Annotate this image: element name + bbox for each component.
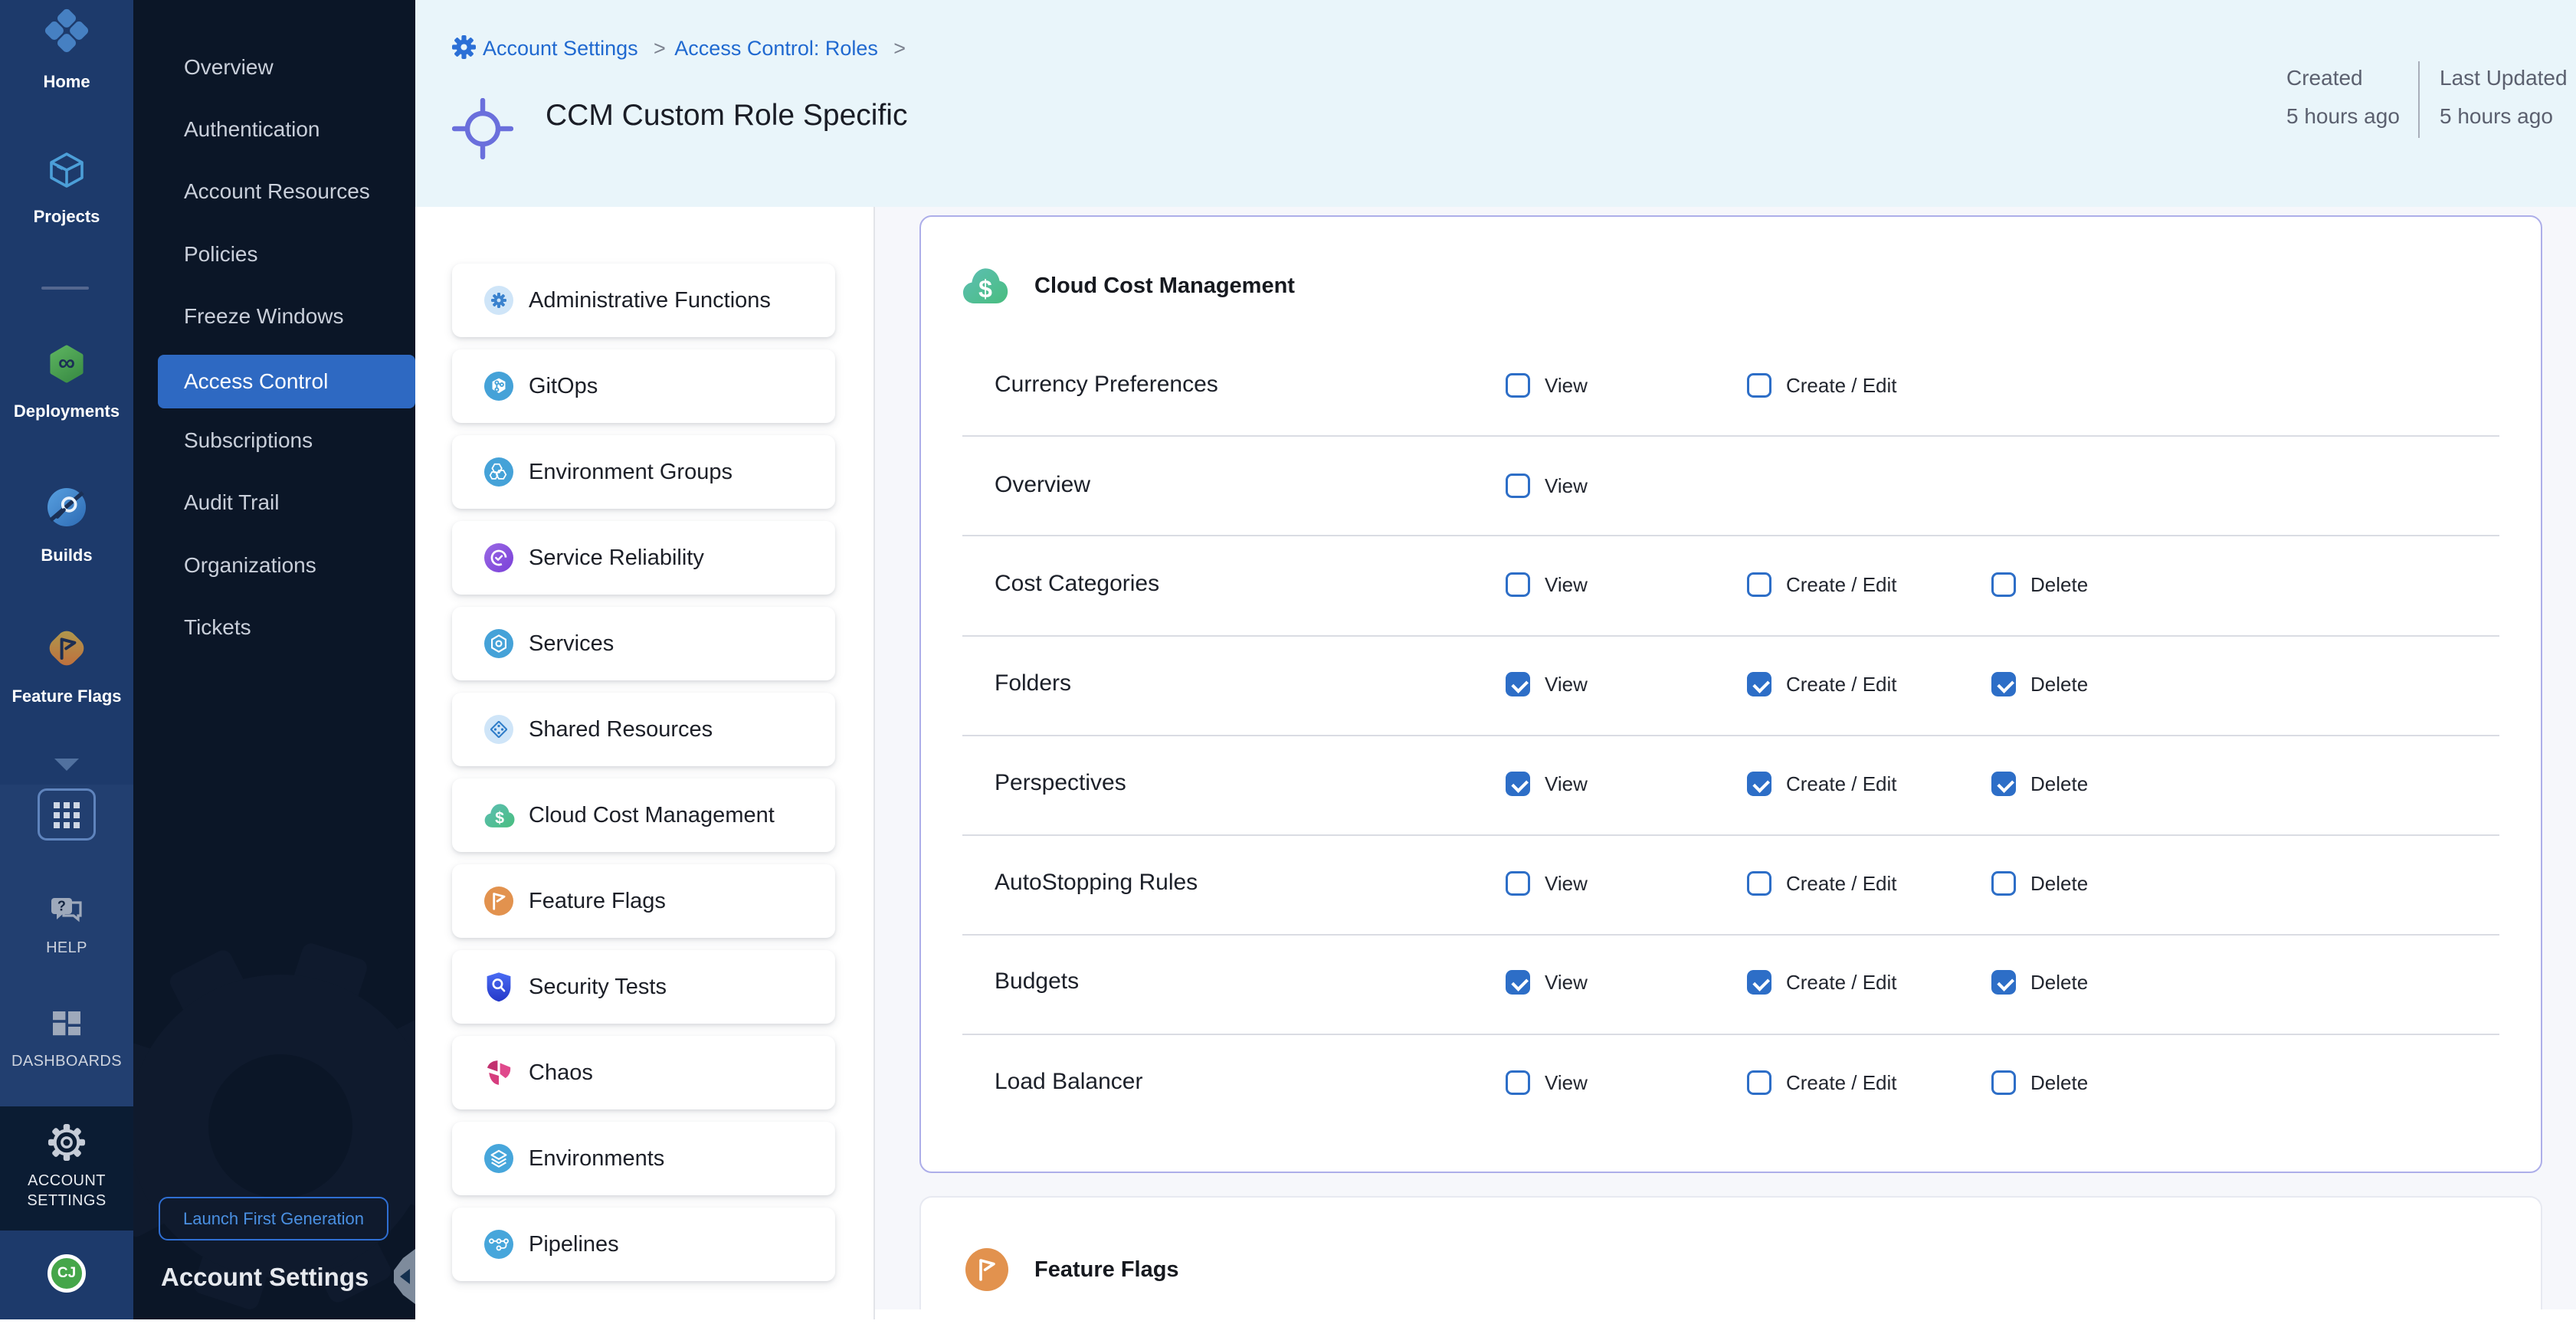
svg-text:$: $ xyxy=(495,809,504,828)
svg-text:∞: ∞ xyxy=(58,349,75,375)
svg-text:$: $ xyxy=(978,275,992,303)
svg-text:?: ? xyxy=(57,899,66,914)
